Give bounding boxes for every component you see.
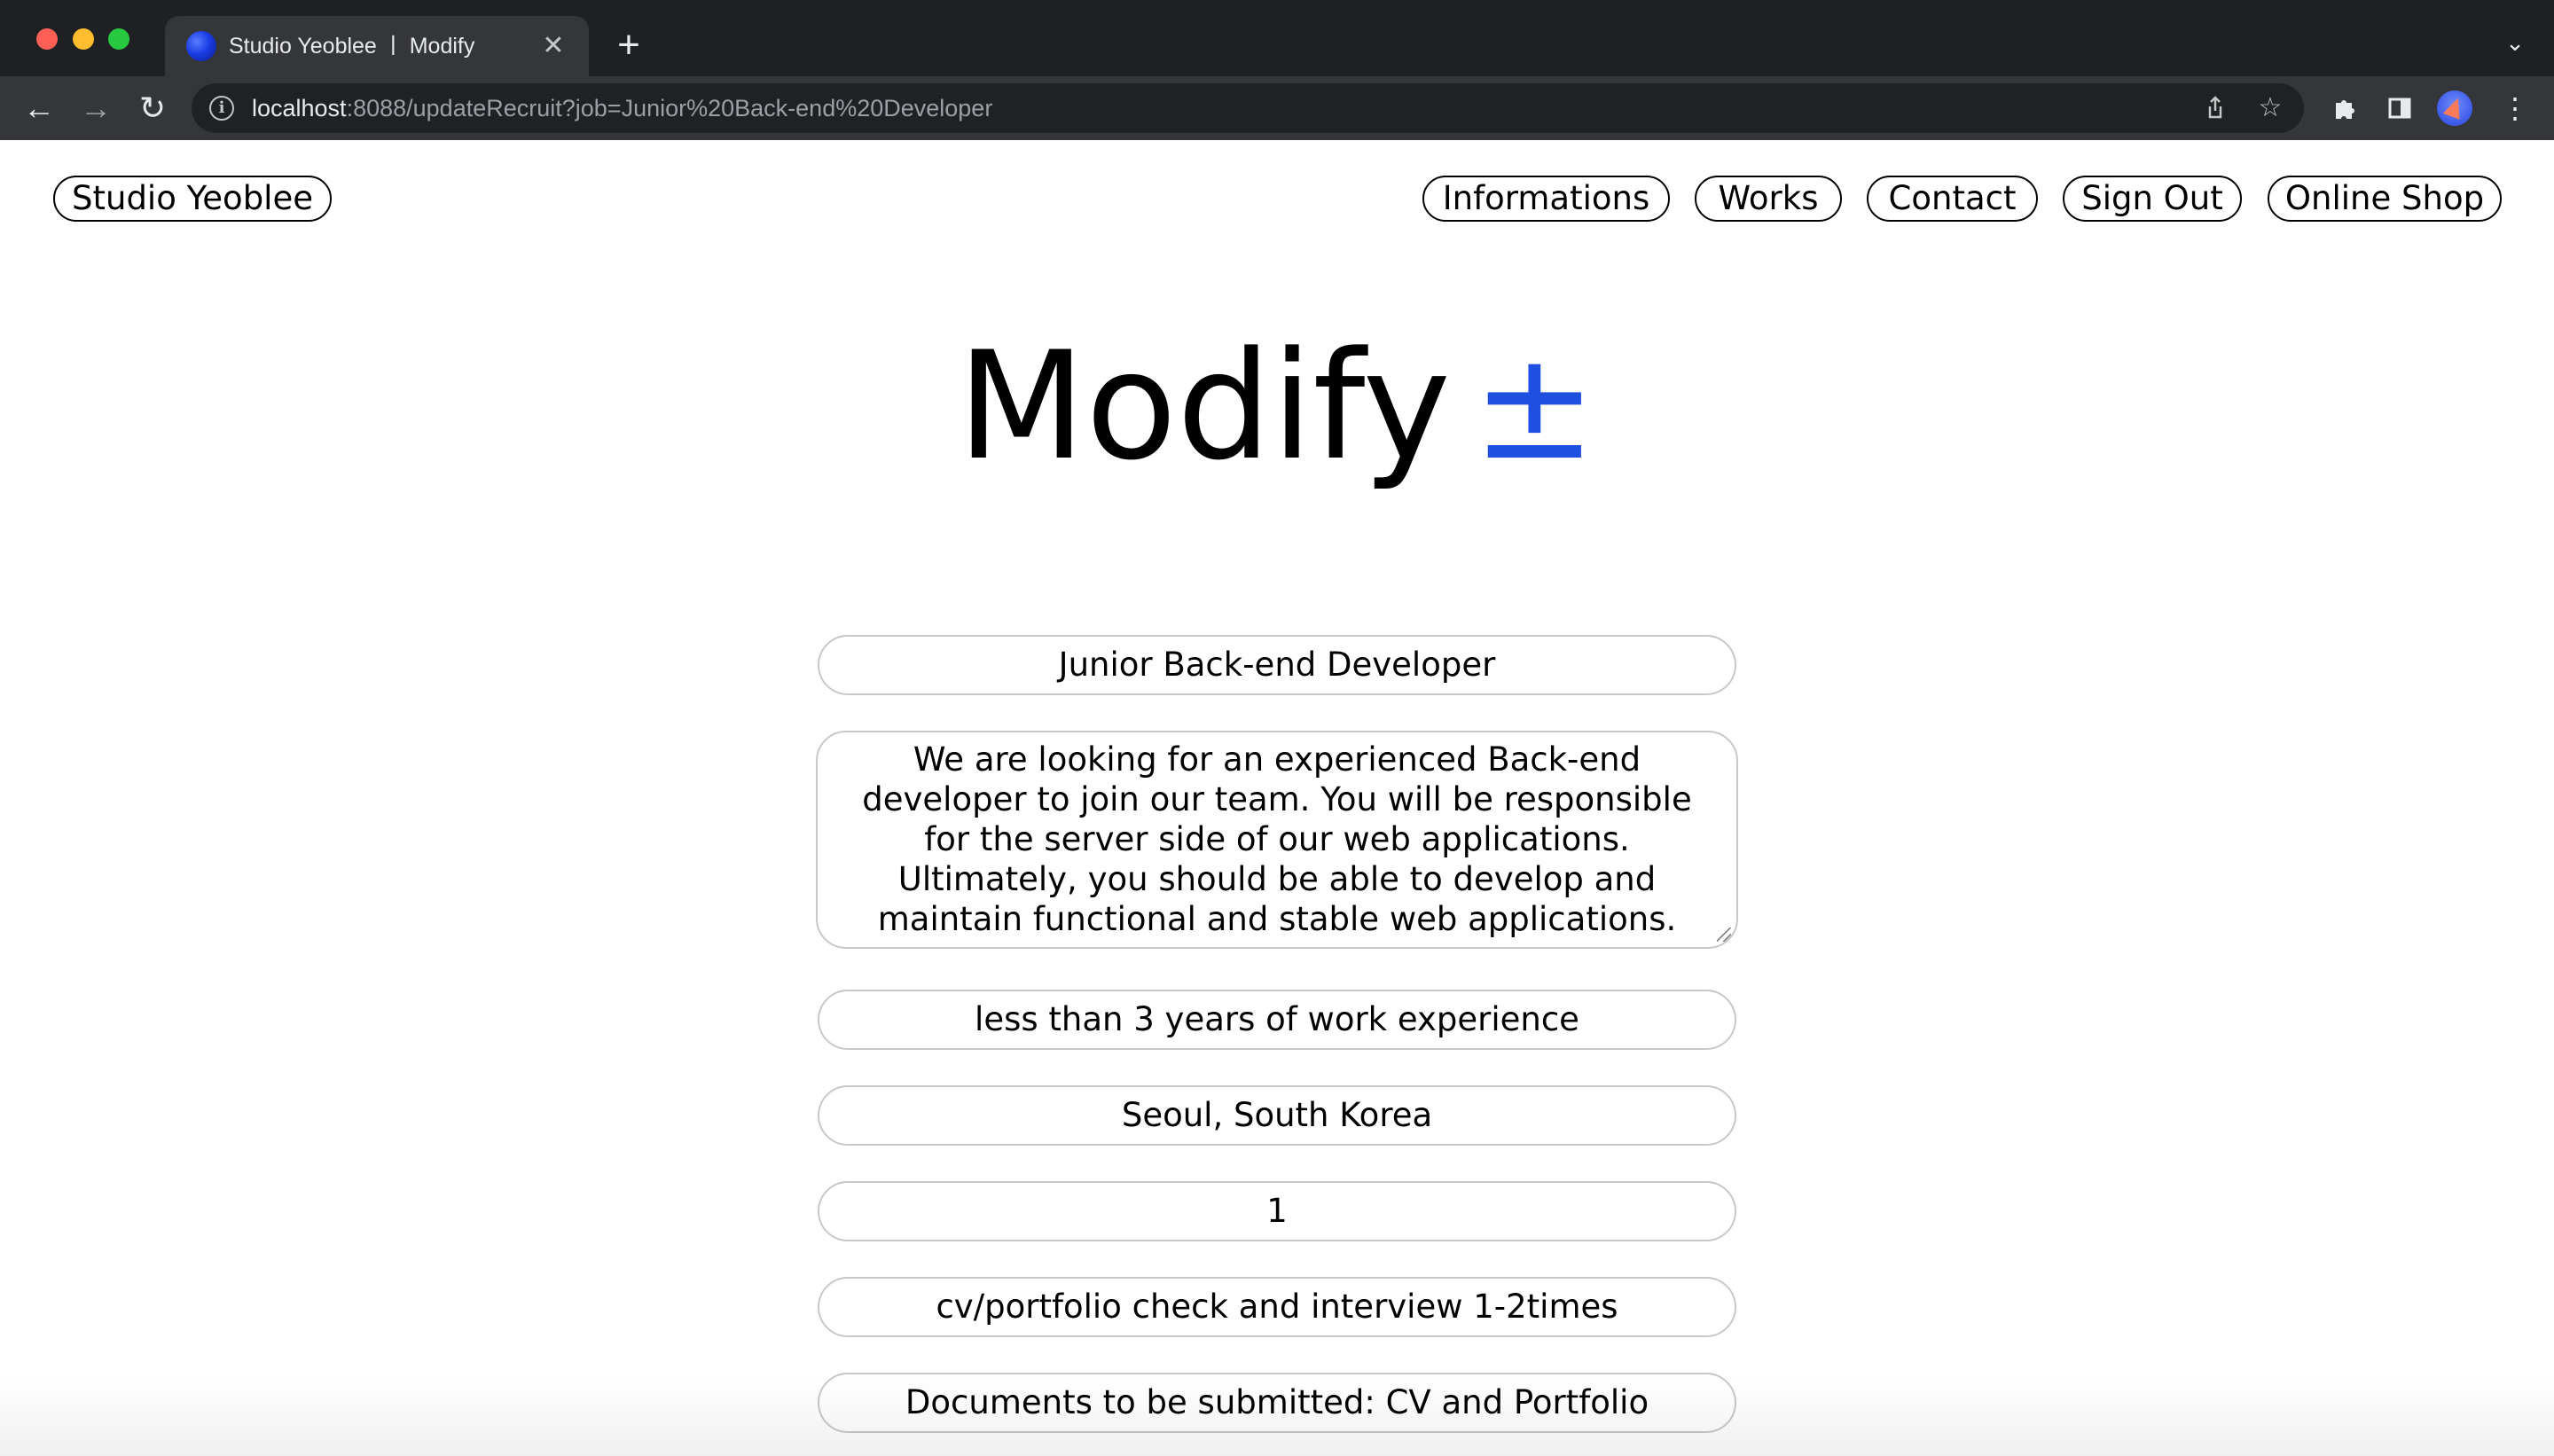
job-title-input[interactable]: Junior Back-end Developer	[818, 635, 1736, 695]
brand-button[interactable]: Studio Yeoblee	[53, 176, 332, 222]
address-bar[interactable]: i localhost:8088/updateRecruit?job=Junio…	[192, 83, 2304, 133]
back-arrow-icon[interactable]: ←	[20, 89, 59, 128]
zoom-window-button[interactable]	[108, 28, 129, 50]
share-icon[interactable]	[2199, 92, 2231, 124]
location-input[interactable]: Seoul, South Korea	[818, 1085, 1736, 1146]
profile-avatar[interactable]	[2437, 90, 2472, 126]
kebab-menu-icon[interactable]: ⋮	[2495, 89, 2534, 128]
description-textarea[interactable]: We are looking for an experienced Back-e…	[816, 731, 1738, 949]
url-text[interactable]: localhost:8088/updateRecruit?job=Junior%…	[252, 94, 992, 122]
puzzle-icon[interactable]	[2325, 89, 2364, 128]
forward-arrow-icon[interactable]: →	[76, 89, 115, 128]
nav-sign-out[interactable]: Sign Out	[2063, 176, 2242, 222]
minimize-window-button[interactable]	[73, 28, 94, 50]
close-tab-icon[interactable]: ✕	[537, 30, 569, 62]
nav-works[interactable]: Works	[1695, 176, 1842, 222]
chevron-down-icon[interactable]: ⌄	[2499, 27, 2531, 59]
tab-strip: Studio Yeoblee ㅣ Modify ✕ + ⌄	[0, 0, 2554, 76]
plus-minus-icon: ±	[1471, 319, 1597, 493]
url-host: localhost	[252, 95, 347, 121]
active-tab[interactable]: Studio Yeoblee ㅣ Modify ✕	[165, 16, 589, 76]
tab-title: Studio Yeoblee ㅣ Modify	[229, 34, 475, 59]
page-content: Studio Yeoblee Informations Works Contac…	[0, 140, 2554, 1456]
page-title: Modify ±	[0, 317, 2554, 495]
nav-online-shop[interactable]: Online Shop	[2268, 176, 2502, 222]
experience-input[interactable]: less than 3 years of work experience	[818, 990, 1736, 1050]
close-window-button[interactable]	[36, 28, 58, 50]
star-icon[interactable]: ☆	[2254, 92, 2286, 124]
new-tab-button[interactable]: +	[608, 25, 649, 66]
headcount-input[interactable]: 1	[818, 1181, 1736, 1241]
browser-window: Studio Yeoblee ㅣ Modify ✕ + ⌄ ← → ↻ i lo…	[0, 0, 2554, 1456]
nav-informations[interactable]: Informations	[1422, 176, 1670, 222]
favicon-icon	[186, 31, 216, 61]
browser-toolbar: ← → ↻ i localhost:8088/updateRecruit?job…	[0, 76, 2554, 140]
page-title-text: Modify	[957, 319, 1451, 493]
description-text: We are looking for an experienced Back-e…	[862, 740, 1692, 938]
info-icon[interactable]: i	[209, 96, 234, 121]
side-panel-icon[interactable]	[2380, 89, 2419, 128]
nav-contact[interactable]: Contact	[1867, 176, 2038, 222]
url-path: :8088/updateRecruit?job=Junior%20Back-en…	[346, 95, 993, 121]
reload-icon[interactable]: ↻	[133, 89, 172, 128]
documents-input[interactable]: Documents to be submitted: CV and Portfo…	[818, 1373, 1736, 1433]
process-input[interactable]: cv/portfolio check and interview 1-2time…	[818, 1277, 1736, 1337]
resize-handle-icon[interactable]	[1717, 928, 1731, 942]
